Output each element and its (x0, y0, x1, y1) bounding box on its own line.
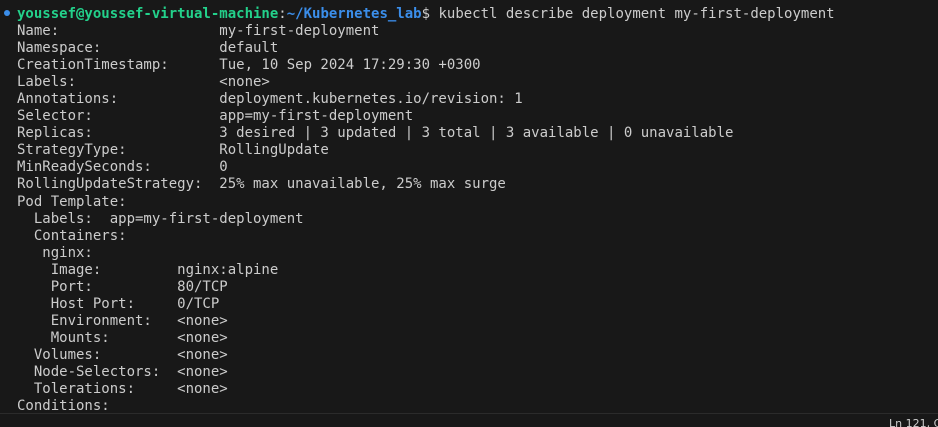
prompt-path: ~/Kubernetes_lab (286, 6, 422, 22)
output-line: Labels: <none> (17, 74, 270, 91)
output-line: Name: my-first-deployment (17, 23, 380, 39)
prompt-symbol: $ (421, 6, 431, 22)
output-line: nginx: (17, 244, 93, 261)
output-line: Port: 80/TCP (17, 278, 228, 295)
prompt-command: kubectl describe deployment my-first-dep… (430, 6, 835, 22)
output-line: Annotations: deployment.kubernetes.io/re… (17, 91, 523, 108)
output-line: Tolerations: <none> (17, 381, 228, 398)
status-bar: Ln 121, C (0, 413, 938, 427)
prompt-separator: : (278, 6, 287, 22)
output-line: Volumes: <none> (17, 346, 228, 363)
output-line: Labels: app=my-first-deployment (17, 210, 304, 227)
output-line: Image: nginx:alpine (17, 261, 279, 278)
prompt-line: youssef@youssef-virtual-machine:~/Kubern… (17, 6, 835, 23)
output-line: Environment: <none> (17, 312, 228, 329)
output-line: Mounts: <none> (17, 329, 228, 346)
output-line: Conditions: (17, 398, 110, 413)
cursor-position[interactable]: Ln 121, C (889, 417, 938, 427)
command-status-dot-icon (4, 10, 10, 16)
output-line: MinReadySeconds: 0 (17, 159, 228, 176)
output-line: Namespace: default (17, 40, 279, 57)
output-line: Containers: (17, 227, 127, 244)
output-line: StrategyType: RollingUpdate (17, 142, 329, 159)
output-line: Selector: app=my-first-deployment (17, 108, 414, 125)
output-line: Replicas: 3 desired | 3 updated | 3 tota… (17, 125, 734, 142)
output-line: CreationTimestamp: Tue, 10 Sep 2024 17:2… (17, 57, 481, 74)
terminal-panel[interactable]: youssef@youssef-virtual-machine:~/Kubern… (0, 0, 938, 413)
prompt-user-host: youssef@youssef-virtual-machine (17, 6, 279, 22)
output-line: Pod Template: (17, 193, 127, 210)
output-line: Host Port: 0/TCP (17, 295, 220, 312)
output-line: RollingUpdateStrategy: 25% max unavailab… (17, 176, 506, 193)
output-line: Node-Selectors: <none> (17, 364, 228, 380)
